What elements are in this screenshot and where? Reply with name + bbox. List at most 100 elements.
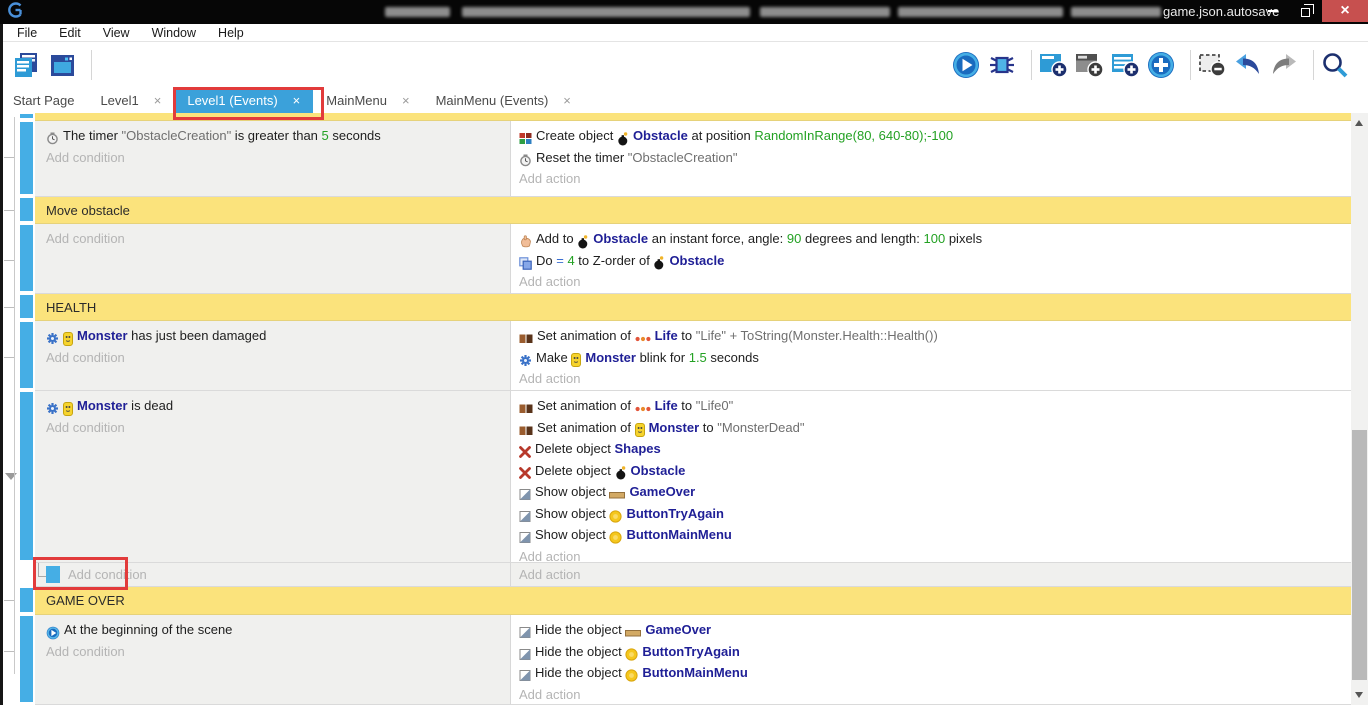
sub-event-connector <box>38 576 46 577</box>
add-action-button[interactable]: Add action <box>519 274 1351 294</box>
event-selection-bar[interactable] <box>20 295 33 318</box>
tab-close-icon[interactable]: × <box>293 93 301 108</box>
tab-level1-events[interactable]: Level1 (Events)× <box>174 88 313 113</box>
action-line[interactable]: Show object ButtonTryAgain <box>519 506 1351 528</box>
set-animation-icon <box>519 400 533 415</box>
restore-button[interactable] <box>1289 0 1322 22</box>
event-selection-bar[interactable] <box>20 122 33 194</box>
toolbar-scene-editor-button[interactable] <box>48 49 80 81</box>
text-segment: Add to <box>536 231 577 246</box>
toolbar-add-event-button[interactable] <box>1039 49 1071 81</box>
action-line[interactable]: Set animation of Monster to "MonsterDead… <box>519 420 1351 442</box>
toolbar-add-comment-button[interactable] <box>1111 49 1143 81</box>
tab-label: MainMenu <box>326 93 387 108</box>
menu-view[interactable]: View <box>92 26 141 40</box>
collapse-triangle-icon[interactable] <box>5 473 17 480</box>
toolbar-undo-button[interactable] <box>1234 49 1266 81</box>
sub-event-conditions-cell: Add condition <box>35 563 511 587</box>
action-line[interactable]: Reset the timer "ObstacleCreation" <box>519 150 1351 172</box>
action-line[interactable]: Hide the object GameOver <box>519 622 1351 644</box>
add-condition-button[interactable]: Add condition <box>46 644 510 666</box>
tab-close-icon[interactable]: × <box>402 93 410 108</box>
minimize-button[interactable] <box>1256 0 1289 22</box>
condition-line[interactable]: Monster is dead <box>46 398 510 420</box>
menu-window[interactable]: Window <box>141 26 207 40</box>
object-name: Monster <box>77 398 128 413</box>
menu-help[interactable]: Help <box>207 26 255 40</box>
toolbar-debug-button[interactable] <box>988 49 1020 81</box>
sub-event-selection-bar[interactable] <box>46 566 60 583</box>
actions-cell: Hide the object GameOverHide the object … <box>511 615 1351 705</box>
text-segment: Delete object <box>535 441 615 456</box>
scroll-up-arrow-icon[interactable] <box>1355 120 1363 126</box>
add-condition-button[interactable]: Add condition <box>68 567 510 587</box>
group-header[interactable]: Move obstacle <box>35 197 1351 224</box>
event-selection-bar[interactable] <box>20 392 33 560</box>
close-button[interactable]: × <box>1322 0 1368 22</box>
add-condition-button[interactable]: Add condition <box>46 231 510 253</box>
add-condition-button[interactable]: Add condition <box>46 420 510 442</box>
add-condition-button[interactable]: Add condition <box>46 350 510 372</box>
event-selection-bar[interactable] <box>20 322 33 388</box>
action-line[interactable]: Hide the object ButtonMainMenu <box>519 665 1351 687</box>
toolbar-redo-button[interactable] <box>1270 49 1302 81</box>
vertical-scrollbar[interactable] <box>1351 113 1368 705</box>
toolbar-search-button[interactable] <box>1321 49 1353 81</box>
group-header[interactable]: HEALTH <box>35 294 1351 321</box>
text-segment: Hide the object <box>535 644 625 659</box>
tab-mainmenu[interactable]: MainMenu × <box>313 88 422 113</box>
action-line[interactable]: Delete object Shapes <box>519 441 1351 463</box>
action-line[interactable]: Set animation of Life to "Life" + ToStri… <box>519 328 1351 350</box>
action-line[interactable]: Create object Obstacle at position Rando… <box>519 128 1351 150</box>
add-condition-button[interactable]: Add condition <box>46 150 510 172</box>
text-segment: to <box>699 420 717 435</box>
menu-edit[interactable]: Edit <box>48 26 92 40</box>
tab-close-icon[interactable]: × <box>563 93 571 108</box>
action-line[interactable]: Add to Obstacle an instant force, angle:… <box>519 231 1351 253</box>
toolbar-project-manager-button[interactable] <box>12 49 44 81</box>
add-action-button[interactable]: Add action <box>519 567 1351 587</box>
event-selection-bar[interactable] <box>20 588 33 612</box>
tab-level1[interactable]: Level1× <box>87 88 174 113</box>
action-line[interactable]: Make Monster blink for 1.5 seconds <box>519 350 1351 372</box>
condition-line[interactable]: At the beginning of the scene <box>46 622 510 644</box>
toolbar-add-subevent-button[interactable] <box>1075 49 1107 81</box>
scroll-down-arrow-icon[interactable] <box>1355 692 1363 698</box>
scrollbar-thumb[interactable] <box>1352 430 1367 680</box>
condition-line[interactable]: Monster has just been damaged <box>46 328 510 350</box>
object-name: GameOver <box>645 622 711 637</box>
group-header[interactable]: GAME OVER <box>35 587 1351 615</box>
add-action-button[interactable]: Add action <box>519 371 1351 391</box>
add-action-button[interactable]: Add action <box>519 549 1351 564</box>
visibility-icon <box>519 667 531 682</box>
add-action-button[interactable]: Add action <box>519 687 1351 705</box>
row-content <box>35 113 1351 121</box>
action-line[interactable]: Delete object Obstacle <box>519 463 1351 485</box>
toolbar-add-new-button[interactable] <box>1147 49 1179 81</box>
tabbar: Start PageLevel1×Level1 (Events)×MainMen… <box>0 88 1368 113</box>
event-selection-bar[interactable] <box>20 198 33 221</box>
action-line[interactable]: Hide the object ButtonTryAgain <box>519 644 1351 666</box>
monster-icon <box>635 422 645 438</box>
toolbar-remove-event-button[interactable] <box>1198 49 1230 81</box>
condition-line[interactable]: The timer "ObstacleCreation" is greater … <box>46 128 510 150</box>
action-line[interactable]: Set animation of Life to "Life0" <box>519 398 1351 420</box>
event-selection-bar[interactable] <box>20 114 33 118</box>
tab-start-page[interactable]: Start Page <box>0 88 87 113</box>
tab-close-icon[interactable]: × <box>154 93 162 108</box>
action-line[interactable]: Show object GameOver <box>519 484 1351 506</box>
event-selection-bar[interactable] <box>20 225 33 291</box>
add-action-button[interactable]: Add action <box>519 171 1351 193</box>
text-segment: to <box>678 398 696 413</box>
window-controls: × <box>1256 0 1368 22</box>
tab-mainmenu-events[interactable]: MainMenu (Events)× <box>423 88 584 113</box>
menu-file[interactable]: File <box>6 26 48 40</box>
toolbar-play-button[interactable] <box>952 49 984 81</box>
action-line[interactable]: Show object ButtonMainMenu <box>519 527 1351 549</box>
minimize-icon <box>1268 10 1278 12</box>
event-selection-bar[interactable] <box>20 616 33 702</box>
action-line[interactable]: Do = 4 to Z-order of Obstacle <box>519 253 1351 275</box>
row-content: Add condition Add to Obstacle an instant … <box>35 224 1351 294</box>
text-segment: = <box>556 253 567 268</box>
group-header[interactable] <box>35 113 1351 121</box>
